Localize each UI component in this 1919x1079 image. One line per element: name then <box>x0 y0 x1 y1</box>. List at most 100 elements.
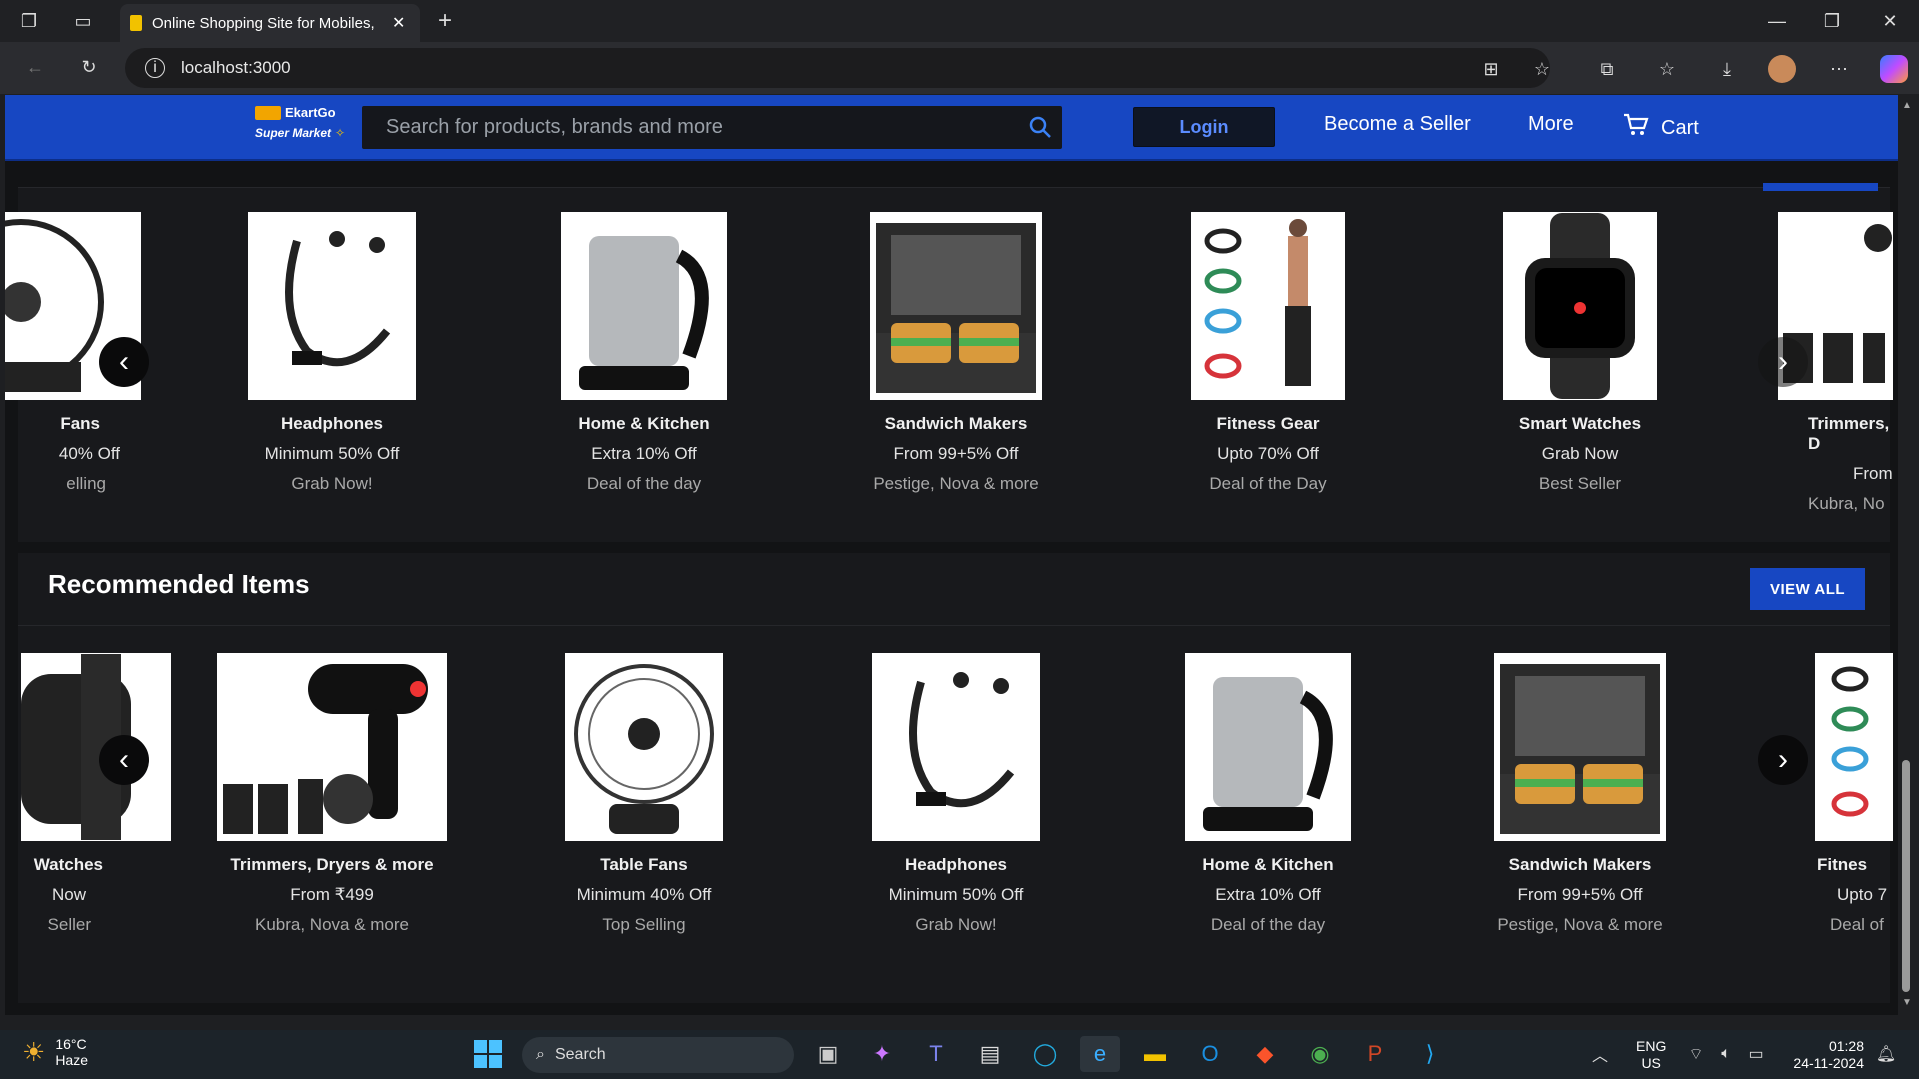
scroll-down-icon[interactable]: ▼ <box>1902 997 1912 1008</box>
product-card-headphones[interactable]: Headphones Minimum 50% Off Grab Now! <box>826 653 1086 935</box>
downloads-icon[interactable]: ⤓ <box>1710 52 1744 86</box>
vscode-icon[interactable]: ⟩ <box>1410 1036 1450 1072</box>
browser-tab[interactable]: Online Shopping Site for Mobiles, ✕ <box>120 4 420 42</box>
back-icon[interactable]: ← <box>18 50 52 84</box>
card-name: Watches <box>33 855 103 874</box>
chrome-icon[interactable]: ◉ <box>1300 1036 1340 1072</box>
sandwich-maker-image <box>1494 653 1666 841</box>
section-divider <box>18 187 1890 188</box>
card-name: Fitness Gear <box>1216 414 1320 433</box>
product-card-headphones[interactable]: Headphones Minimum 50% Off Grab Now! <box>202 212 462 494</box>
scroll-up-icon[interactable]: ▲ <box>1902 100 1912 111</box>
close-tab-icon[interactable]: ✕ <box>392 13 405 33</box>
carousel-next-button[interactable]: › <box>1758 337 1808 387</box>
edge-icon[interactable]: e <box>1080 1036 1120 1072</box>
card-brand: Pestige, Nova & more <box>873 474 1039 493</box>
become-seller-link[interactable]: Become a Seller <box>1324 113 1471 136</box>
refresh-icon[interactable]: ↻ <box>72 50 106 84</box>
notifications-icon[interactable]: 🔔︎ <box>1866 1036 1906 1072</box>
card-brand: Grab Now! <box>291 474 373 493</box>
site-info-icon[interactable]: i <box>145 58 165 78</box>
card-name: Fans <box>60 414 100 433</box>
close-window-icon[interactable]: ✕ <box>1870 8 1910 34</box>
carousel-prev-button[interactable]: ‹ <box>99 337 149 387</box>
teams-icon[interactable]: T <box>916 1036 956 1072</box>
card-name: Home & Kitchen <box>1202 855 1334 874</box>
view-all-button[interactable]: VIEW ALL <box>1750 568 1865 610</box>
tab-title: Online Shopping Site for Mobiles, <box>152 14 375 32</box>
card-offer: From 99+5% Off <box>1517 885 1643 904</box>
extensions-icon[interactable]: ⧉ <box>1590 52 1624 86</box>
product-card-fitness[interactable]: Fitnes Upto 7 Deal of <box>1815 653 1895 935</box>
card-name: Table Fans <box>600 855 688 874</box>
copilot-icon[interactable] <box>1880 55 1908 83</box>
product-card-home-kitchen[interactable]: Home & Kitchen Extra 10% Off Deal of the… <box>514 212 774 494</box>
language-indicator[interactable]: ENG US <box>1636 1038 1666 1072</box>
view-all-button-edge[interactable] <box>1763 183 1878 191</box>
profile-avatar[interactable] <box>1768 55 1796 83</box>
card-offer: Minimum 50% Off <box>264 444 400 463</box>
cart-button[interactable]: Cart <box>1623 113 1699 143</box>
sandwich-maker-image <box>870 212 1042 400</box>
powerpoint-icon[interactable]: P <box>1355 1036 1395 1072</box>
outlook-icon[interactable]: O <box>1190 1036 1230 1072</box>
minimize-icon[interactable]: — <box>1757 8 1797 34</box>
login-button[interactable]: Login <box>1133 107 1275 147</box>
card-offer: Upto 7 <box>1837 885 1888 904</box>
cortana-icon[interactable]: ◯ <box>1025 1036 1065 1072</box>
tab-actions-icon[interactable]: ▭ <box>66 4 100 38</box>
card-brand: Grab Now! <box>915 915 997 934</box>
weather-widget[interactable]: ☀ 16°C Haze <box>22 1036 88 1068</box>
brand-logo[interactable]: EkartGo Super Market ✧ <box>255 105 365 151</box>
product-card-watches[interactable]: Watches Now Seller <box>5 653 171 935</box>
copilot-app-icon[interactable]: ✦ <box>862 1036 902 1072</box>
card-brand: Top Selling <box>602 915 686 934</box>
weather-desc: Haze <box>55 1052 88 1068</box>
app-available-icon[interactable]: ⊞ <box>1474 52 1508 86</box>
battery-icon[interactable]: ▭ <box>1736 1036 1776 1072</box>
new-tab-icon[interactable]: + <box>428 4 462 38</box>
carousel-next-button[interactable]: › <box>1758 735 1808 785</box>
brave-icon[interactable]: ◆ <box>1245 1036 1285 1072</box>
search-icon[interactable] <box>1028 115 1052 145</box>
fitness-image <box>1815 653 1893 841</box>
favorites-icon[interactable]: ☆ <box>1650 52 1684 86</box>
product-card-fitness-gear[interactable]: Fitness Gear Upto 70% Off Deal of the Da… <box>1138 212 1398 494</box>
page-viewport: Fans 40% Off elling Headphones Minimum 5… <box>5 95 1898 1015</box>
card-name: Headphones <box>904 855 1008 874</box>
product-card-sandwich-makers[interactable]: Sandwich Makers From 99+5% Off Pestige, … <box>1450 653 1710 935</box>
windows-taskbar <box>0 1030 1919 1079</box>
restore-icon[interactable]: ❐ <box>1812 8 1852 34</box>
card-name: Sandwich Makers <box>1508 855 1652 874</box>
more-options-icon[interactable]: ⋯ <box>1822 52 1856 86</box>
store-icon[interactable]: ▤ <box>970 1036 1010 1072</box>
taskbar-search[interactable]: ⌕ Search <box>522 1037 794 1073</box>
deals-section: Fans 40% Off elling Headphones Minimum 5… <box>5 183 1893 542</box>
workspaces-icon[interactable]: ❐ <box>12 4 46 38</box>
brand-subtitle: Super Market <box>255 126 332 140</box>
card-brand: Best Seller <box>1538 474 1622 493</box>
address-bar[interactable]: i localhost:3000 <box>125 48 1550 88</box>
search-input[interactable]: Search for products, brands and more <box>362 106 1062 149</box>
chevron-right-icon: › <box>1778 345 1788 378</box>
scrollbar-thumb[interactable] <box>1902 760 1910 992</box>
product-card-trimmers-dryers[interactable]: Trimmers, Dryers & more From ₹499 Kubra,… <box>202 653 462 935</box>
product-card-table-fans[interactable]: Table Fans Minimum 40% Off Top Selling <box>514 653 774 935</box>
product-card-home-kitchen[interactable]: Home & Kitchen Extra 10% Off Deal of the… <box>1138 653 1398 935</box>
headphones-image <box>872 653 1040 841</box>
favorite-star-icon[interactable]: ☆ <box>1525 52 1559 86</box>
show-hidden-icons[interactable]: ︿ <box>1580 1036 1620 1072</box>
carousel-prev-button[interactable]: ‹ <box>99 735 149 785</box>
product-card-sandwich-makers[interactable]: Sandwich Makers From 99+5% Off Pestige, … <box>826 212 1086 494</box>
table-fan-image <box>565 653 723 841</box>
start-button[interactable] <box>468 1036 508 1072</box>
file-explorer-icon[interactable]: ▬ <box>1135 1036 1175 1072</box>
task-view-icon[interactable]: ▣ <box>808 1036 848 1072</box>
smart-watch-image <box>1503 212 1657 400</box>
cart-label: Cart <box>1661 116 1699 139</box>
product-card-smart-watches[interactable]: Smart Watches Grab Now Best Seller <box>1450 212 1710 494</box>
card-name: Fitnes <box>1817 855 1868 874</box>
chevron-left-icon: ‹ <box>119 345 129 378</box>
clock[interactable]: 01:28 24-11-2024 <box>1784 1038 1864 1072</box>
more-menu-button[interactable]: More <box>1528 113 1574 136</box>
